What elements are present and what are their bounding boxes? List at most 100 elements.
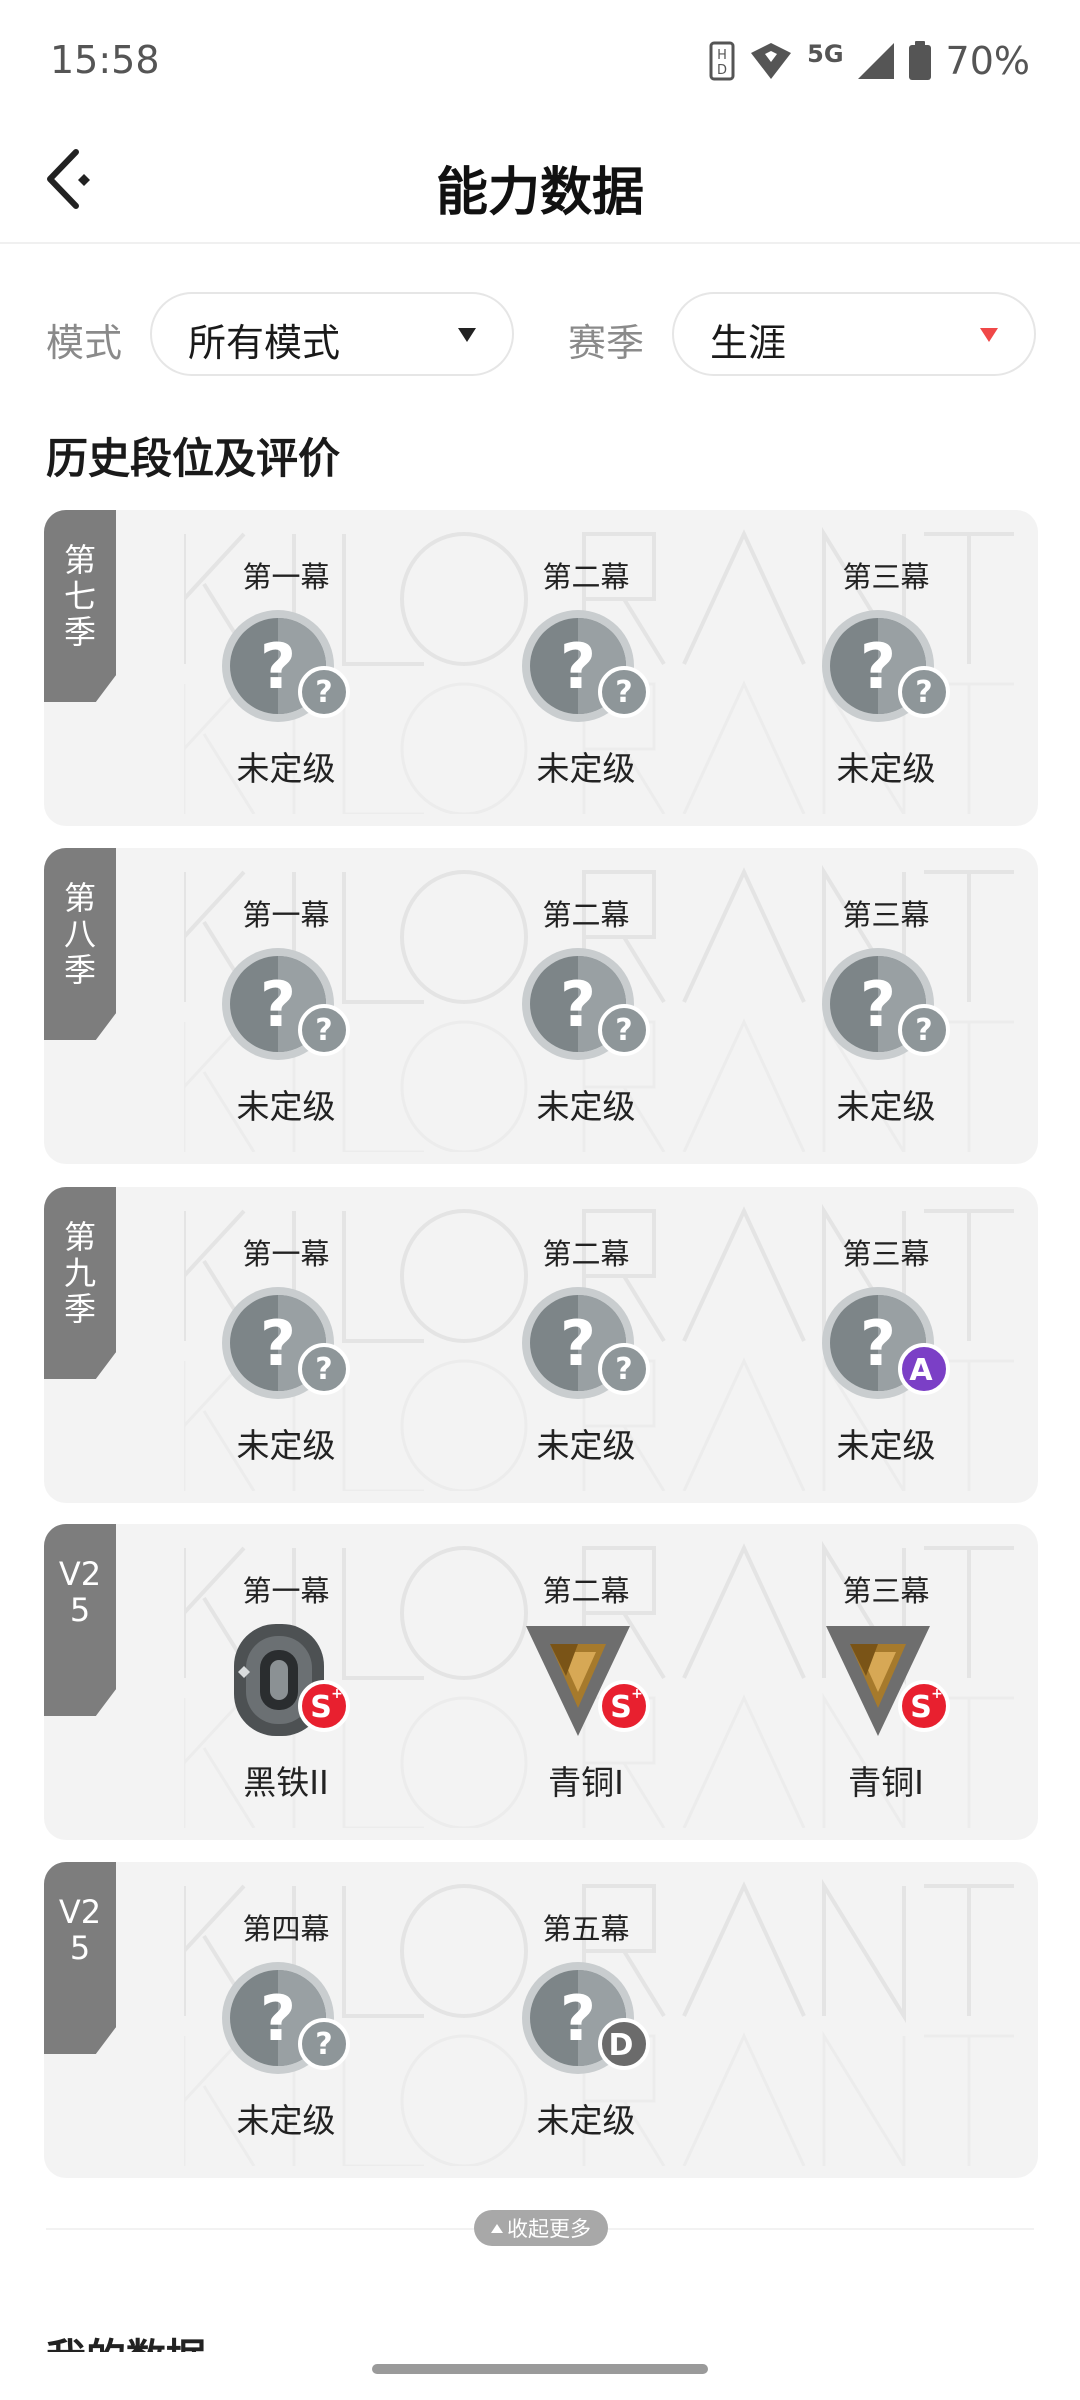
grade-s-icon: S +: [598, 1680, 650, 1732]
caret-down-icon: [980, 328, 998, 342]
svg-text:?: ?: [915, 1013, 932, 1048]
season-label: 赛季: [568, 321, 645, 365]
caret-down-icon: [458, 328, 476, 342]
page-title: 能力数据: [435, 163, 644, 223]
mode-select[interactable]: 所有模式: [150, 292, 514, 376]
header: 能力数据: [0, 120, 1080, 244]
season-card: 第八季 第一幕?? 未定级 第二幕?? 未定级 第三幕?? 未定级: [44, 848, 1038, 1164]
act-rank: 未定级: [236, 749, 336, 788]
act-name: 第三幕: [842, 1574, 930, 1608]
season-select[interactable]: 生涯: [672, 292, 1036, 376]
act-item[interactable]: 第一幕 S + 黑铁II: [186, 1524, 386, 1840]
svg-text:+: +: [331, 1686, 343, 1702]
battery-percentage: 70%: [945, 39, 1030, 83]
grade-unknown-icon: ?: [898, 1004, 950, 1056]
svg-text:?: ?: [260, 968, 296, 1041]
unranked-icon: ??: [822, 948, 950, 1060]
grade-unknown-icon: ?: [898, 666, 950, 718]
act-name: 第二幕: [542, 1574, 630, 1608]
act-rank: 未定级: [536, 749, 636, 788]
grade-unknown-icon: ?: [298, 1004, 350, 1056]
svg-text:?: ?: [615, 675, 632, 710]
collapse-button[interactable]: 收起更多: [474, 2210, 608, 2246]
unranked-icon: ? A: [822, 1287, 950, 1399]
act-name: 第四幕: [242, 1912, 330, 1946]
iron-rank-icon: S +: [234, 1624, 350, 1736]
grade-unknown-icon: ?: [598, 1004, 650, 1056]
act-rank: 青铜I: [848, 1763, 924, 1802]
act-rank: 未定级: [536, 1087, 636, 1126]
act-item[interactable]: 第二幕 S + 青铜I: [486, 1524, 686, 1840]
status-bar: 15:58 H D 5G 70%: [0, 0, 1080, 120]
mode-select-value: 所有模式: [188, 321, 341, 365]
act-rank: 未定级: [836, 749, 936, 788]
unranked-icon: ??: [522, 1287, 650, 1399]
section-title: 历史段位及评价: [46, 434, 341, 483]
grade-s-icon: S +: [298, 1680, 350, 1732]
act-item[interactable]: 第三幕 ? A 未定级: [786, 1187, 986, 1503]
grade-unknown-icon: ?: [598, 666, 650, 718]
svg-text:?: ?: [915, 675, 932, 710]
caret-up-icon: [491, 2223, 503, 2233]
act-name: 第三幕: [842, 560, 930, 594]
signal-icon: [857, 43, 894, 79]
season-tag-label: 第七季: [63, 541, 96, 651]
act-item[interactable]: 第一幕?? 未定级: [186, 510, 386, 826]
act-rank: 青铜I: [548, 1763, 624, 1802]
act-rank: 未定级: [836, 1426, 936, 1465]
act-item[interactable]: 第三幕?? 未定级: [786, 510, 986, 826]
act-rank: 未定级: [236, 2101, 336, 2140]
svg-text:?: ?: [315, 2027, 332, 2062]
svg-text:?: ?: [615, 1352, 632, 1387]
svg-text:?: ?: [560, 1307, 596, 1380]
act-name: 第三幕: [842, 1237, 930, 1271]
season-select-value: 生涯: [710, 321, 787, 365]
unranked-icon: ??: [222, 1962, 350, 2074]
act-rank: 未定级: [536, 1426, 636, 1465]
svg-text:A: A: [909, 1353, 933, 1388]
season-card: V25 第一幕 S + 黑铁II 第二幕 S + 青铜I 第三幕 S + 青铜I: [44, 1524, 1038, 1840]
svg-text:?: ?: [315, 1013, 332, 1048]
act-rank: 未定级: [236, 1087, 336, 1126]
season-card: 第七季 第一幕?? 未定级 第二幕?? 未定级 第三幕?? 未定级: [44, 510, 1038, 826]
season-card: 第九季 第一幕?? 未定级 第二幕?? 未定级 第三幕? A 未定级: [44, 1187, 1038, 1503]
act-item[interactable]: 第五幕? D 未定级: [486, 1862, 686, 2178]
act-name: 第二幕: [542, 560, 630, 594]
svg-text:S: S: [610, 1690, 632, 1725]
svg-text:?: ?: [260, 1982, 296, 2055]
act-item[interactable]: 第四幕?? 未定级: [186, 1862, 386, 2178]
act-item[interactable]: 第二幕?? 未定级: [486, 1187, 686, 1503]
season-tag-label: V25: [58, 1555, 102, 1629]
season-tag-label: V25: [58, 1893, 102, 1967]
act-item[interactable]: 第二幕?? 未定级: [486, 510, 686, 826]
battery-icon: [908, 41, 931, 80]
collapse-label: 收起更多: [507, 2217, 591, 2241]
act-name: 第三幕: [842, 898, 930, 932]
svg-text:D: D: [717, 63, 727, 78]
filters: 模式 所有模式 赛季 生涯: [0, 290, 1080, 380]
svg-text:?: ?: [260, 1307, 296, 1380]
svg-text:?: ?: [860, 630, 896, 703]
svg-text:?: ?: [315, 675, 332, 710]
grade-s-icon: S +: [898, 1680, 950, 1732]
grade-unknown-icon: ?: [598, 1343, 650, 1395]
unranked-icon: ??: [522, 610, 650, 722]
act-item[interactable]: 第一幕?? 未定级: [186, 1187, 386, 1503]
home-indicator[interactable]: [372, 2364, 708, 2374]
act-rank: 未定级: [536, 2101, 636, 2140]
grade-unknown-icon: ?: [298, 1343, 350, 1395]
act-name: 第一幕: [242, 560, 330, 594]
unranked-icon: ??: [822, 610, 950, 722]
svg-text:?: ?: [615, 1013, 632, 1048]
svg-text:?: ?: [560, 630, 596, 703]
act-name: 第二幕: [542, 1237, 630, 1271]
act-item[interactable]: 第三幕?? 未定级: [786, 848, 986, 1164]
act-item[interactable]: 第二幕?? 未定级: [486, 848, 686, 1164]
status-time: 15:58: [50, 38, 160, 82]
act-item[interactable]: 第一幕?? 未定级: [186, 848, 386, 1164]
unranked-icon: ??: [222, 1287, 350, 1399]
act-item[interactable]: 第三幕 S + 青铜I: [786, 1524, 986, 1840]
svg-text:?: ?: [560, 1982, 596, 2055]
season-tag-label: 第九季: [63, 1218, 96, 1328]
svg-text:?: ?: [860, 968, 896, 1041]
